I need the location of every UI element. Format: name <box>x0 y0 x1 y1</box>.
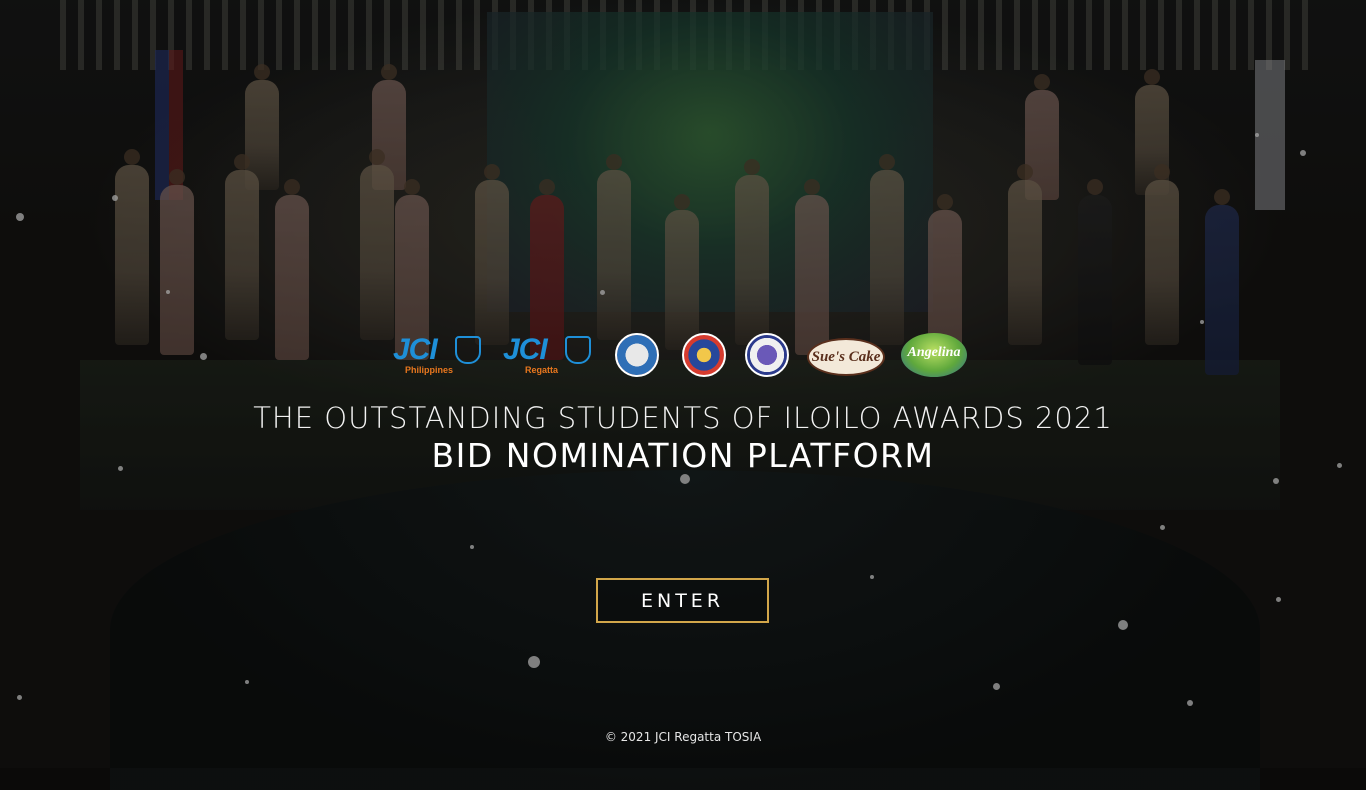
jci-wordmark: JCI <box>503 333 548 366</box>
jci-philippines-sub: Philippines <box>405 365 454 375</box>
jci-regatta-sub: Regatta <box>525 365 559 375</box>
sponsor-logos: JCI Philippines JCI Regatta Sue's Cake A… <box>393 333 973 381</box>
jci-shield-icon <box>565 336 591 364</box>
angelina-logo: Angelina <box>901 333 967 377</box>
footer-copyright: © 2021 JCI Regatta TOSIA <box>604 730 762 744</box>
dilg-seal-logo <box>682 333 726 377</box>
jci-regatta-logo: JCI Regatta <box>503 333 598 381</box>
jci-shield-icon <box>455 336 481 364</box>
dark-overlay <box>0 0 1366 768</box>
page-title: THE OUTSTANDING STUDENTS OF ILOILO AWARD… <box>253 401 1113 435</box>
jci-wordmark: JCI <box>393 333 438 366</box>
sues-cake-gallery-logo: Sue's Cake <box>807 338 885 376</box>
enter-button[interactable]: ENTER <box>596 578 769 623</box>
sues-cake-wordmark: Sue's Cake <box>811 349 881 365</box>
deped-seal-logo <box>745 333 789 377</box>
page-subtitle: BID NOMINATION PLATFORM <box>431 436 935 475</box>
tosia-seal-logo <box>615 333 659 377</box>
angelina-wordmark: Angelina <box>907 345 961 360</box>
jci-philippines-logo: JCI Philippines <box>393 333 488 381</box>
